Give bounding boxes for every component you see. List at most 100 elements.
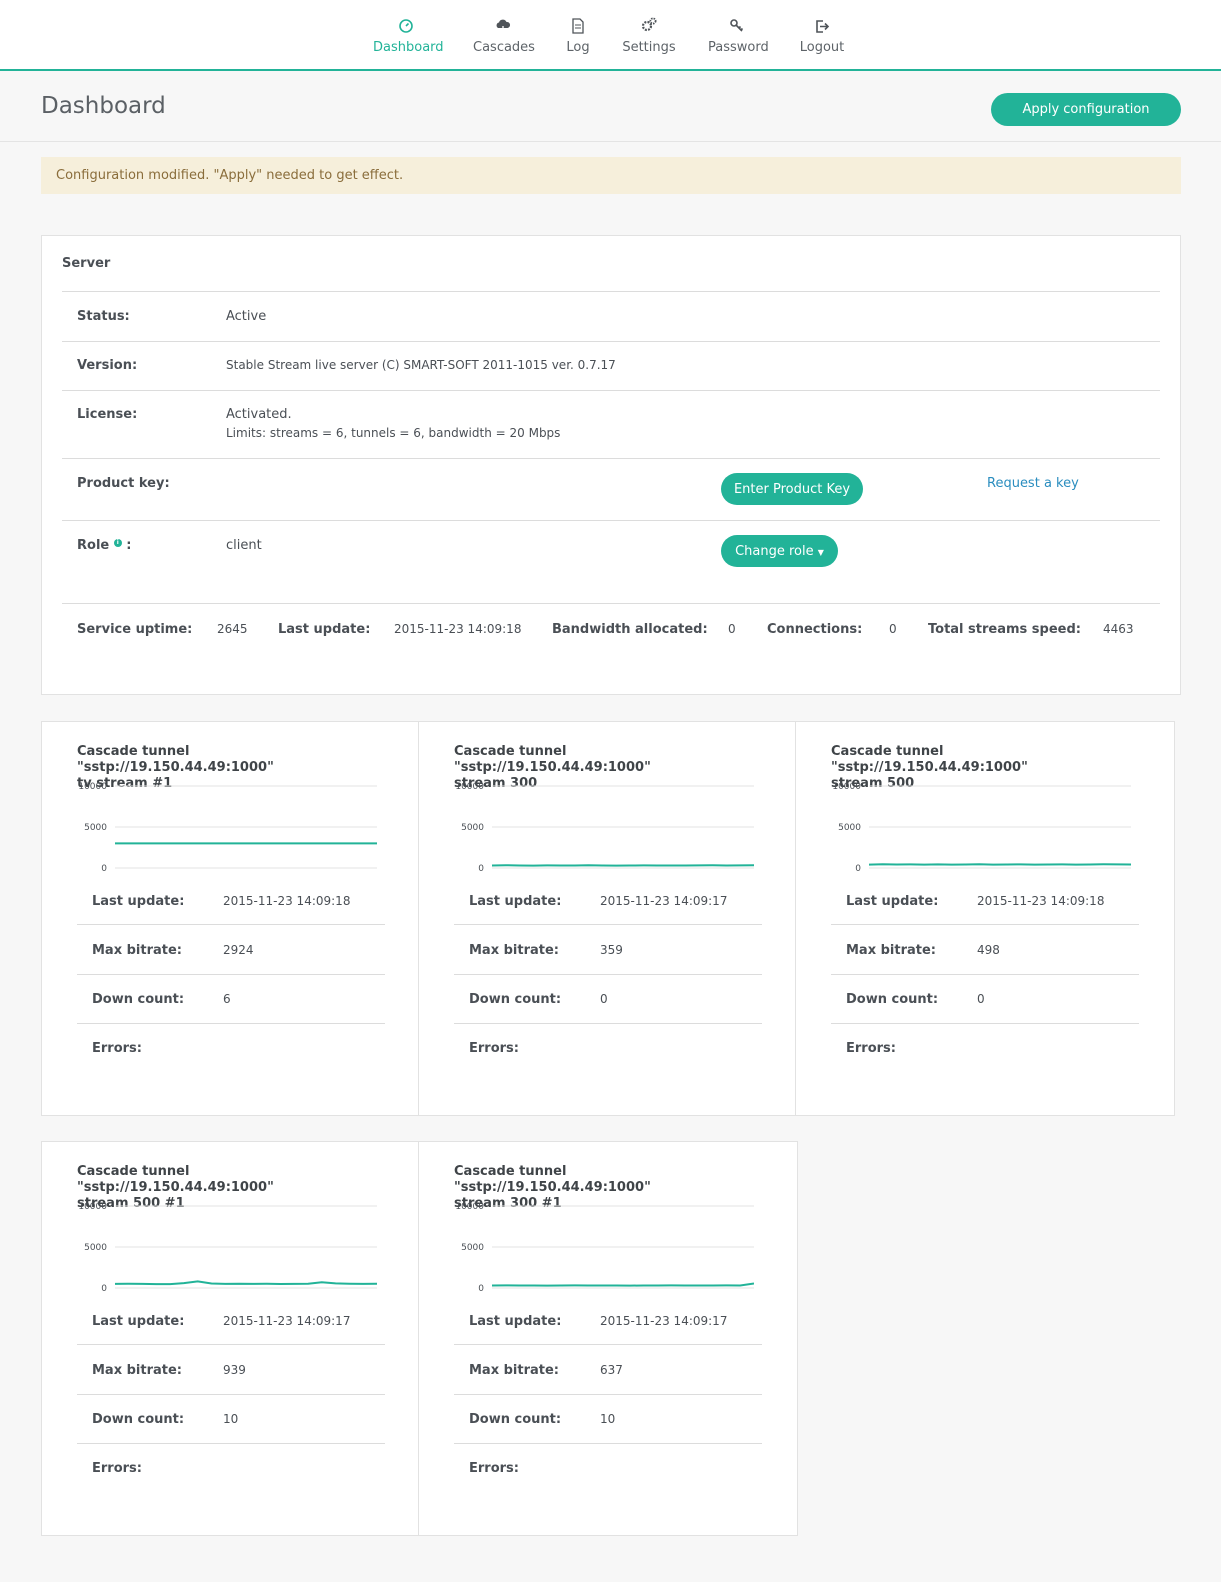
last-update-value: 2015-11-23 14:09:17 (600, 1314, 728, 1328)
total-speed-value: 4463 (1103, 622, 1134, 636)
divider (454, 1023, 762, 1024)
last-update-label: Last update: (92, 894, 185, 909)
stream-title-line1: Cascade tunnel "sstp://19.150.44.49:1000… (831, 744, 1028, 775)
down-count-label: Down count: (92, 1412, 185, 1427)
down-count-value: 10 (600, 1412, 616, 1426)
bitrate-chart: 10000 5000 0 (832, 782, 1131, 874)
y-tick-label: 10000 (78, 1202, 107, 1212)
down-count-value: 10 (223, 1412, 239, 1426)
divider (62, 603, 1160, 604)
connections-value: 0 (889, 622, 897, 636)
down-count-label: Down count: (469, 1412, 562, 1427)
nav-dashboard[interactable]: Dashboard (373, 14, 444, 55)
change-role-label: Change role (735, 543, 814, 559)
nav-cascades[interactable]: Cascades (473, 14, 535, 55)
divider (454, 1443, 762, 1444)
last-update-label: Last update: (846, 894, 939, 909)
errors-label: Errors: (846, 1041, 896, 1056)
divider (62, 458, 1160, 459)
version-value: Stable Stream live server (C) SMART-SOFT… (226, 358, 616, 372)
stream-title-line1: Cascade tunnel "sstp://19.150.44.49:1000… (454, 744, 651, 775)
server-panel: Server Status: Active Version: Stable St… (41, 235, 1181, 695)
last-update-value: 2015-11-23 14:09:18 (394, 622, 522, 636)
last-update-label: Last update: (92, 1314, 185, 1329)
request-key-link[interactable]: Request a key (987, 476, 1079, 491)
nav-log[interactable]: Log (563, 14, 593, 55)
last-update-value: 2015-11-23 14:09:17 (600, 894, 728, 908)
nav-logout[interactable]: Logout (799, 14, 845, 55)
version-label: Version: (77, 358, 138, 373)
stream-title-line1: Cascade tunnel "sstp://19.150.44.49:1000… (454, 1164, 651, 1195)
divider (454, 974, 762, 975)
divider (77, 1023, 385, 1024)
divider (454, 924, 762, 925)
down-count-label: Down count: (92, 992, 185, 1007)
last-update-value: 2015-11-23 14:09:18 (977, 894, 1105, 908)
errors-label: Errors: (92, 1041, 142, 1056)
bitrate-series-line (114, 1280, 377, 1286)
key-icon (730, 19, 744, 32)
bitrate-chart: 10000 5000 0 (455, 782, 754, 874)
status-value: Active (226, 309, 267, 324)
caret-down-icon: ▼ (817, 547, 824, 557)
license-status: Activated. (226, 407, 292, 422)
divider (77, 1394, 385, 1395)
info-icon[interactable]: i (113, 539, 122, 547)
role-value: client (226, 538, 262, 553)
last-update-label: Last update: (278, 622, 371, 637)
max-bitrate-value: 498 (977, 943, 1000, 957)
stream-card: Cascade tunnel "sstp://19.150.44.49:1000… (41, 721, 421, 1116)
document-icon (572, 18, 584, 34)
y-tick-label: 0 (478, 1284, 484, 1294)
bitrate-chart: 10000 5000 0 (455, 1202, 754, 1294)
errors-label: Errors: (469, 1041, 519, 1056)
y-tick-label: 10000 (78, 782, 107, 792)
last-update-value: 2015-11-23 14:09:18 (223, 894, 351, 908)
stream-title-line1: Cascade tunnel "sstp://19.150.44.49:1000… (77, 744, 274, 775)
y-tick-label: 0 (478, 864, 484, 874)
nav-dashboard-label: Dashboard (373, 40, 444, 55)
apply-configuration-button[interactable]: Apply configuration (991, 93, 1181, 126)
y-tick-label: 10000 (832, 782, 861, 792)
stream-card: Cascade tunnel "sstp://19.150.44.49:1000… (418, 1141, 798, 1536)
divider (62, 291, 1160, 292)
dashboard-icon (399, 19, 413, 33)
max-bitrate-value: 637 (600, 1363, 623, 1377)
product-key-label: Product key: (77, 476, 170, 491)
status-label: Status: (77, 309, 130, 324)
last-update-label: Last update: (469, 1314, 562, 1329)
license-limits: Limits: streams = 6, tunnels = 6, bandwi… (226, 426, 561, 440)
bandwidth-label: Bandwidth allocated: (552, 622, 708, 637)
role-label: Role i : (77, 538, 131, 553)
nav-password[interactable]: Password (708, 14, 769, 55)
change-role-dropdown[interactable]: Change role ▼ (721, 535, 838, 567)
nav-settings[interactable]: Settings (622, 14, 676, 55)
max-bitrate-label: Max bitrate: (846, 943, 937, 958)
divider (62, 390, 1160, 391)
down-count-label: Down count: (469, 992, 562, 1007)
connections-label: Connections: (767, 622, 863, 637)
divider (77, 974, 385, 975)
enter-product-key-button[interactable]: Enter Product Key (721, 473, 863, 505)
divider (454, 1394, 762, 1395)
errors-label: Errors: (469, 1461, 519, 1476)
license-label: License: (77, 407, 138, 422)
total-speed-label: Total streams speed: (928, 622, 1081, 637)
divider (62, 341, 1160, 342)
max-bitrate-label: Max bitrate: (469, 943, 560, 958)
nav-log-label: Log (566, 40, 590, 55)
divider (77, 1443, 385, 1444)
down-count-value: 0 (977, 992, 985, 1006)
top-nav: Dashboard Cascades Log Settings Password… (0, 0, 1221, 71)
divider (77, 924, 385, 925)
max-bitrate-value: 2924 (223, 943, 254, 957)
last-update-value: 2015-11-23 14:09:17 (223, 1314, 351, 1328)
y-tick-label: 5000 (461, 823, 484, 833)
y-tick-label: 10000 (455, 782, 484, 792)
logout-icon (816, 20, 830, 33)
errors-label: Errors: (92, 1461, 142, 1476)
divider (831, 974, 1139, 975)
stream-card: Cascade tunnel "sstp://19.150.44.49:1000… (795, 721, 1175, 1116)
bandwidth-value: 0 (728, 622, 736, 636)
y-tick-label: 5000 (461, 1243, 484, 1253)
